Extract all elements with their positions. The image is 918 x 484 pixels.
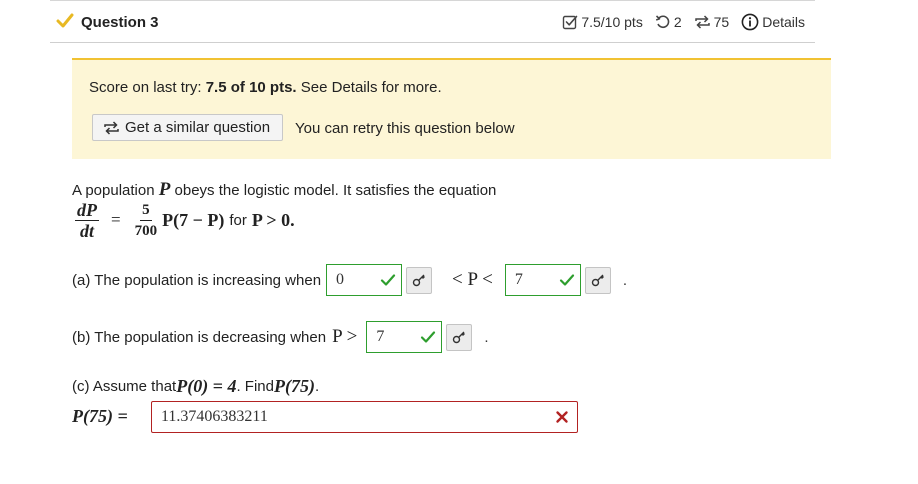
- score-prefix: Score on last try:: [89, 79, 206, 96]
- retries-count: 75: [713, 14, 730, 30]
- last-try-score: Score on last try: 7.5 of 10 pts. See De…: [89, 79, 442, 96]
- part-a: (a) The population is increasing when 0 …: [72, 264, 627, 296]
- score-text: 7.5/10 pts: [581, 14, 643, 30]
- question-title: Question 3: [81, 14, 159, 31]
- part-c-label-pre: (c) Assume that: [72, 378, 177, 395]
- question-meta: 7.5/10 pts 2 75 Details: [562, 13, 805, 31]
- question-header: Question 3 7.5/10 pts 2 75 Details: [50, 0, 815, 43]
- score-checkbox-icon: [563, 15, 578, 30]
- score-suffix: See Details for more.: [296, 79, 442, 96]
- key-icon: [591, 274, 604, 287]
- part-b-value: 7: [376, 328, 385, 345]
- correct-check-icon: [380, 274, 396, 286]
- part-b-inequality: P >: [332, 326, 358, 347]
- partial-check-icon: [56, 13, 74, 28]
- equals-sign: =: [111, 210, 121, 229]
- details-link[interactable]: Details: [762, 14, 805, 30]
- part-b-key-button[interactable]: [446, 323, 473, 351]
- key-icon: [412, 274, 426, 287]
- coefficient-numerator: 5: [140, 200, 152, 221]
- part-b: (b) The population is decreasing when P …: [72, 321, 489, 353]
- logistic-equation: dP dt = 5 700 P(7 − P) for P > 0.: [72, 197, 295, 243]
- part-a-period: .: [622, 271, 628, 289]
- part-a-inequality: < P <: [452, 269, 493, 290]
- correct-check-icon: [421, 331, 436, 343]
- equation-for-text: for: [229, 211, 247, 229]
- retries-icon: [694, 15, 710, 29]
- part-a-label: (a) The population is increasing when: [72, 271, 322, 289]
- part-a-upper-value: 7: [514, 271, 523, 288]
- part-b-input[interactable]: 7: [366, 321, 443, 353]
- part-a-upper-key-button[interactable]: [584, 266, 611, 294]
- info-icon[interactable]: [741, 13, 759, 31]
- similar-question-label: Get a similar question: [125, 119, 271, 136]
- part-a-upper-input[interactable]: 7: [504, 264, 581, 296]
- retry-arrows-icon: [104, 120, 119, 135]
- part-a-lower-value: 0: [336, 271, 345, 288]
- part-c-period: .: [314, 378, 320, 395]
- similar-question-button[interactable]: Get a similar question: [92, 114, 284, 141]
- part-c-initial-condition: P(0) = 4: [176, 376, 237, 396]
- part-c-label-mid: . Find: [236, 378, 274, 395]
- part-b-label: (b) The population is decreasing when: [72, 328, 327, 346]
- coefficient-fraction: 5 700: [133, 200, 160, 241]
- part-c-question: (c) Assume that P(0) = 4. Find P(75).: [72, 376, 319, 397]
- derivative-numerator: dP: [75, 199, 99, 221]
- key-icon: [453, 331, 466, 344]
- equation-rhs: P(7 − P): [162, 209, 225, 230]
- correct-check-icon: [559, 274, 574, 286]
- attempts-icon: [655, 15, 670, 29]
- retry-hint: You can retry this question below: [295, 120, 515, 137]
- part-c-answer-label: P(75) =: [72, 406, 128, 426]
- equation-condition: P > 0.: [251, 209, 295, 230]
- part-b-period: .: [484, 328, 489, 346]
- score-banner: Score on last try: 7.5 of 10 pts. See De…: [72, 58, 831, 159]
- attempts-count: 2: [673, 14, 682, 30]
- part-a-lower-key-button[interactable]: [406, 266, 433, 294]
- coefficient-denominator: 700: [134, 222, 158, 239]
- part-c-target: P(75): [273, 376, 315, 396]
- derivative-denominator: dt: [79, 220, 94, 241]
- part-a-lower-input[interactable]: 0: [326, 264, 403, 296]
- part-c-answer-input[interactable]: 11.37406383211: [151, 401, 578, 433]
- score-value: 7.5 of 10 pts.: [205, 79, 297, 96]
- incorrect-x-icon: [556, 411, 568, 423]
- part-c-answer-value: 11.37406383211: [161, 408, 268, 425]
- derivative-fraction: dP dt: [75, 200, 99, 241]
